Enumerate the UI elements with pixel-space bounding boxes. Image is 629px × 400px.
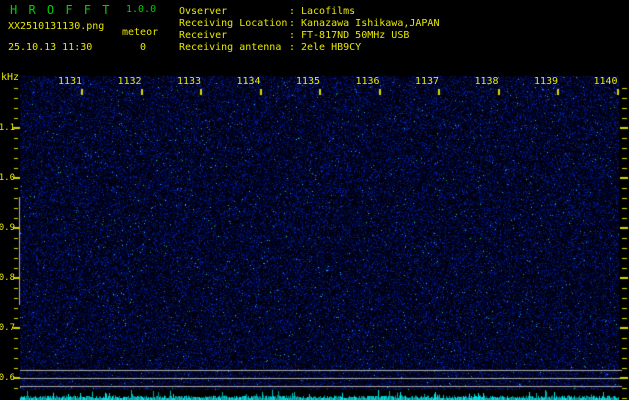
info-label: Receiver	[179, 30, 228, 41]
info-label: Receiving Location	[179, 18, 288, 29]
y-tick-label: 0.8	[0, 273, 15, 283]
x-tick-label: 1134	[236, 76, 261, 87]
y-axis-unit-label: kHz	[1, 72, 20, 83]
datetime-label: 25.10.13 11:30	[8, 42, 93, 53]
info-value: 2ele HB9CY	[301, 42, 362, 53]
info-value: Lacofilms	[301, 6, 356, 17]
spectrogram-canvas	[0, 0, 629, 400]
y-tick-label: 0.9	[0, 223, 15, 233]
mode-label: meteor	[122, 27, 159, 38]
y-tick-label: 1.1	[0, 123, 15, 133]
info-colon: :	[289, 6, 296, 17]
app-title: H R O F F T	[10, 3, 112, 17]
y-tick-label: 0.6	[0, 373, 15, 383]
x-tick-label: 1137	[414, 76, 440, 87]
x-tick-label: 1133	[176, 76, 202, 87]
x-tick-label: 1131	[57, 76, 83, 87]
x-tick-label: 1140	[593, 76, 618, 87]
output-filename: XX2510131130.png	[8, 21, 105, 32]
info-colon: :	[289, 42, 296, 53]
x-tick-label: 1135	[295, 76, 321, 87]
hrofft-window: H R O F F T 1.0.0 XX2510131130.png meteo…	[0, 0, 629, 400]
meteor-count-value: 0	[140, 42, 147, 53]
info-label: Receiving antenna	[179, 42, 282, 53]
info-value: Kanazawa Ishikawa,JAPAN	[301, 18, 440, 29]
x-tick-label: 1132	[117, 76, 142, 87]
info-colon: :	[289, 18, 296, 29]
info-label: Ovserver	[179, 6, 228, 17]
info-value: FT-817ND 50MHz USB	[301, 30, 410, 41]
info-colon: :	[289, 30, 296, 41]
y-tick-label: 1.0	[0, 173, 15, 183]
y-tick-label: 0.7	[0, 323, 15, 333]
x-tick-label: 1139	[533, 76, 559, 87]
x-tick-label: 1138	[474, 76, 499, 87]
app-version: 1.0.0	[126, 4, 157, 15]
x-tick-label: 1136	[355, 76, 380, 87]
